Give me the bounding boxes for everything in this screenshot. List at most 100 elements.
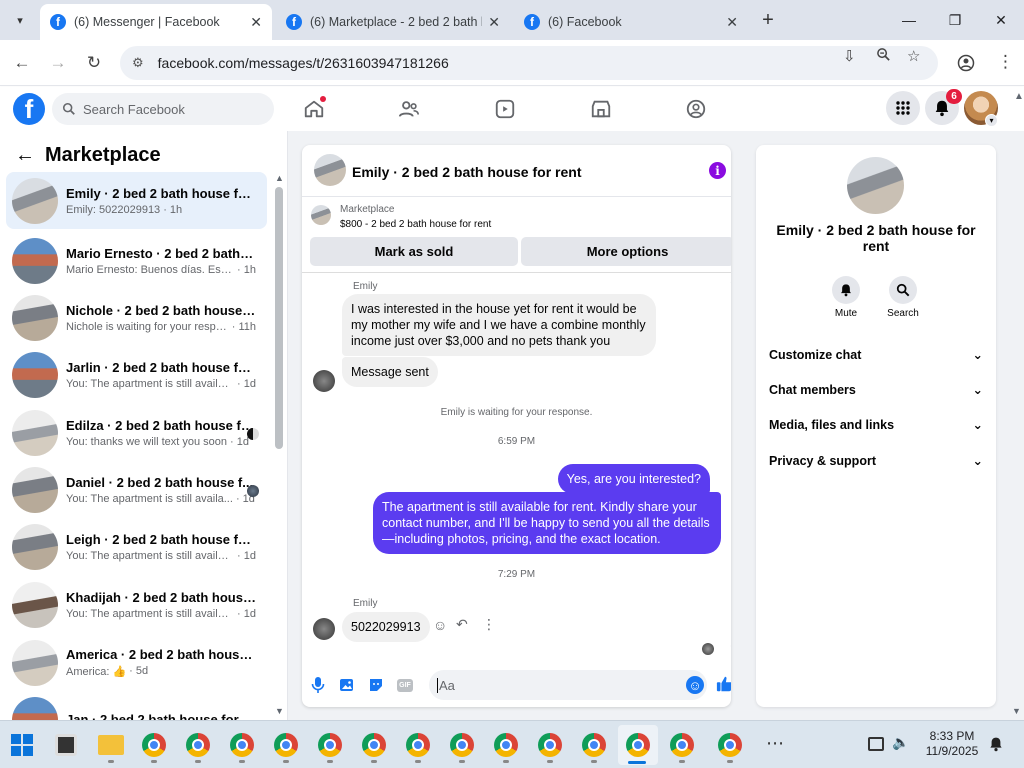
install-app-icon[interactable]: ⇩: [843, 47, 856, 65]
listing-icon: [311, 205, 331, 225]
forward-icon[interactable]: →: [43, 48, 73, 78]
more-apps-icon[interactable]: ⋯: [766, 733, 784, 754]
incoming-message[interactable]: I was interested in the house yet for re…: [342, 294, 656, 356]
profile-icon[interactable]: [957, 54, 975, 72]
chrome-taskbar-icon-active[interactable]: [626, 733, 650, 757]
section-media-files-links[interactable]: Media, files and links ⌄: [769, 417, 983, 433]
chrome-taskbar-icon[interactable]: [450, 733, 474, 757]
mute-button[interactable]: Mute: [821, 276, 871, 319]
search-icon: [889, 276, 917, 304]
account-chevron-icon[interactable]: ▾: [985, 114, 998, 127]
chrome-taskbar-icon[interactable]: [718, 733, 742, 757]
chrome-taskbar-icon[interactable]: [230, 733, 254, 757]
back-arrow-icon[interactable]: ←: [15, 144, 35, 167]
chrome-taskbar-icon[interactable]: [670, 733, 694, 757]
conversation-scrollbar[interactable]: [275, 187, 283, 449]
scroll-up-icon[interactable]: ▲: [1014, 91, 1024, 102]
zoom-icon[interactable]: [876, 47, 891, 62]
incoming-message[interactable]: Message sent: [342, 357, 438, 387]
video-icon[interactable]: [493, 97, 517, 121]
like-thumb-icon[interactable]: [716, 675, 731, 693]
mark-as-sold-button[interactable]: Mark as sold: [310, 237, 518, 266]
close-window-icon[interactable]: ✕: [978, 0, 1024, 40]
microphone-icon[interactable]: [309, 676, 327, 694]
bookmark-star-icon[interactable]: ☆: [907, 47, 920, 65]
windows-start-icon[interactable]: [11, 734, 33, 756]
info-icon[interactable]: i: [709, 162, 726, 179]
chrome-taskbar-icon[interactable]: [318, 733, 342, 757]
conversation-item[interactable]: Leigh · 2 bed 2 bath house for r... You:…: [6, 518, 267, 575]
chrome-taskbar-icon[interactable]: [538, 733, 562, 757]
section-chat-members[interactable]: Chat members ⌄: [769, 382, 983, 398]
photo-icon[interactable]: [338, 676, 356, 694]
restore-icon[interactable]: ❐: [932, 0, 978, 40]
new-tab-button[interactable]: +: [756, 8, 780, 32]
marketplace-icon[interactable]: [589, 97, 613, 121]
sticker-icon[interactable]: [367, 676, 385, 694]
friends-icon[interactable]: [397, 97, 421, 121]
conversation-item[interactable]: Jarlin · 2 bed 2 bath house for r... You…: [6, 346, 267, 403]
conversation-item[interactable]: Nichole · 2 bed 2 bath house fo... Nicho…: [6, 289, 267, 346]
facebook-search-input[interactable]: Search Facebook: [52, 93, 274, 125]
chrome-taskbar-icon[interactable]: [406, 733, 430, 757]
conversation-item[interactable]: Jan · 2 bed 2 bath house for rent: [6, 691, 267, 720]
minimize-icon[interactable]: —: [886, 0, 932, 40]
search-in-chat-button[interactable]: Search: [878, 276, 928, 319]
conversation-item[interactable]: Daniel · 2 bed 2 bath house f... You: Th…: [6, 461, 267, 518]
home-icon[interactable]: [302, 96, 326, 121]
menu-kebab-icon[interactable]: ⋮: [997, 52, 1014, 72]
section-customize-chat[interactable]: Customize chat ⌄: [769, 347, 983, 363]
close-tab-icon[interactable]: ✕: [726, 14, 738, 31]
outgoing-message[interactable]: Yes, are you interested?: [557, 464, 710, 494]
tablet-mode-icon[interactable]: [868, 737, 884, 751]
address-bar[interactable]: ⚙ facebook.com/messages/t/26316039471812…: [120, 46, 938, 80]
site-info-icon[interactable]: ⚙: [132, 55, 144, 71]
chat-title[interactable]: Emily · 2 bed 2 bath house for rent: [352, 164, 581, 180]
chrome-taskbar-icon[interactable]: [494, 733, 518, 757]
conversation-item[interactable]: Emily · 2 bed 2 bath house for r... Emil…: [6, 172, 267, 229]
tab-marketplace[interactable]: f (6) Marketplace - 2 bed 2 bath h ✕: [276, 4, 510, 40]
scroll-down-icon[interactable]: ▼: [1012, 706, 1021, 716]
scroll-up-icon[interactable]: ▲: [729, 275, 731, 285]
clock[interactable]: 8:33 PM 11/9/2025: [920, 729, 984, 759]
conversation-item[interactable]: Mario Ernesto · 2 bed 2 bath ho... Mario…: [6, 232, 267, 289]
message-input[interactable]: Aa ☺: [429, 670, 707, 700]
more-options-button[interactable]: More options: [521, 237, 731, 266]
emoji-icon[interactable]: ☺: [686, 676, 704, 694]
tab-search-chevron-icon[interactable]: ▾: [8, 8, 32, 32]
reply-icon[interactable]: ↶: [456, 616, 468, 633]
chrome-taskbar-icon[interactable]: [582, 733, 606, 757]
chat-avatar[interactable]: [314, 154, 346, 186]
back-icon[interactable]: ←: [7, 48, 37, 78]
conversation-item[interactable]: Edilza · 2 bed 2 bath house fo... You: t…: [6, 404, 267, 461]
outgoing-message[interactable]: The apartment is still available for ren…: [373, 492, 721, 554]
conversation-item[interactable]: America · 2 bed 2 bath house fo... Ameri…: [6, 634, 267, 691]
volume-icon[interactable]: 🔈: [892, 734, 909, 751]
running-indicator: [283, 760, 289, 763]
conversation-item[interactable]: Khadijah · 2 bed 2 bath house f... You: …: [6, 576, 267, 633]
close-tab-icon[interactable]: ✕: [488, 14, 500, 31]
reload-icon[interactable]: ↻: [79, 48, 109, 78]
tab-facebook[interactable]: f (6) Facebook ✕: [514, 4, 748, 40]
incoming-message[interactable]: 5022029913: [342, 612, 430, 642]
chrome-taskbar-icon[interactable]: [274, 733, 298, 757]
close-tab-icon[interactable]: ✕: [250, 14, 262, 31]
file-explorer-icon[interactable]: [98, 735, 124, 755]
more-actions-icon[interactable]: ⋮: [482, 616, 496, 633]
scroll-up-icon[interactable]: ▲: [275, 173, 284, 183]
react-emoji-icon[interactable]: ☺: [433, 617, 447, 633]
scroll-down-icon[interactable]: ▼: [729, 643, 731, 653]
menu-grid-icon[interactable]: [886, 91, 920, 125]
task-view-icon[interactable]: [55, 734, 77, 756]
groups-icon[interactable]: [684, 97, 708, 121]
notification-bell-icon[interactable]: [988, 736, 1004, 752]
tab-messenger[interactable]: f (6) Messenger | Facebook ✕: [40, 4, 272, 40]
chrome-taskbar-icon[interactable]: [362, 733, 386, 757]
facebook-logo-icon[interactable]: f: [13, 93, 45, 125]
chrome-taskbar-icon[interactable]: [142, 733, 166, 757]
scroll-down-icon[interactable]: ▼: [275, 706, 284, 716]
chrome-taskbar-icon[interactable]: [186, 733, 210, 757]
section-privacy-support[interactable]: Privacy & support ⌄: [769, 453, 983, 469]
gif-icon[interactable]: GIF: [396, 676, 414, 694]
listing-title[interactable]: $800 - 2 bed 2 bath house for rent: [340, 219, 491, 230]
